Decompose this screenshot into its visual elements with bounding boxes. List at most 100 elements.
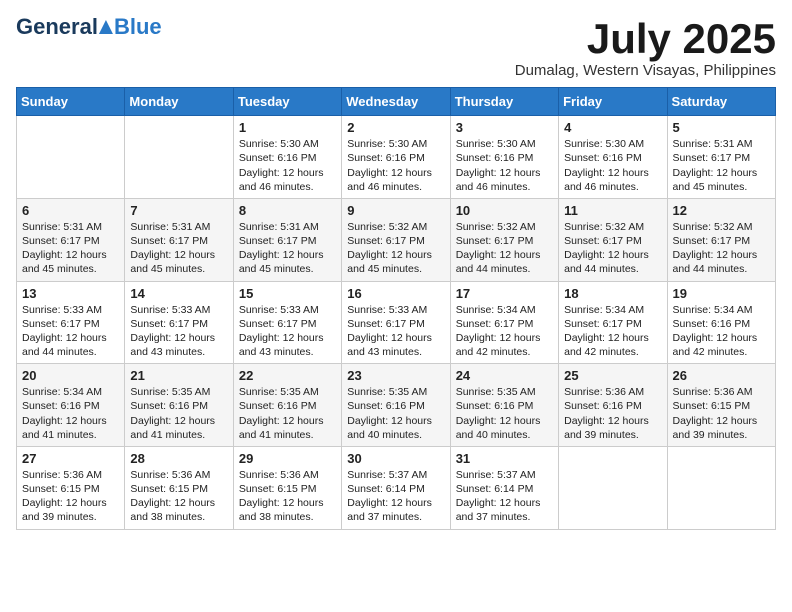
day-number: 15	[239, 286, 336, 301]
calendar-cell: 4Sunrise: 5:30 AM Sunset: 6:16 PM Daylig…	[559, 116, 667, 199]
cell-info: Sunrise: 5:32 AM Sunset: 6:17 PM Dayligh…	[347, 220, 444, 277]
cell-info: Sunrise: 5:33 AM Sunset: 6:17 PM Dayligh…	[347, 303, 444, 360]
cell-info: Sunrise: 5:34 AM Sunset: 6:16 PM Dayligh…	[673, 303, 770, 360]
calendar-cell: 31 Sunrise: 5:37 AM Sunset: 6:14 PM Dayli…	[450, 446, 558, 529]
cell-info: Sunrise: 5:35 AM Sunset: 6:16 PM Dayligh…	[347, 385, 444, 442]
calendar-cell: 18Sunrise: 5:34 AM Sunset: 6:17 PM Dayli…	[559, 281, 667, 364]
calendar-cell: 2Sunrise: 5:30 AM Sunset: 6:16 PM Daylig…	[342, 116, 450, 199]
cell-info: Sunrise: 5:31 AM Sunset: 6:17 PM Dayligh…	[130, 220, 227, 277]
day-number: 27	[22, 451, 119, 466]
calendar-body: 1Sunrise: 5:30 AM Sunset: 6:16 PM Daylig…	[17, 116, 776, 529]
calendar-cell: 3Sunrise: 5:30 AM Sunset: 6:16 PM Daylig…	[450, 116, 558, 199]
day-number: 12	[673, 203, 770, 218]
calendar-cell	[125, 116, 233, 199]
location-subtitle: Dumalag, Western Visayas, Philippines	[515, 62, 776, 79]
day-header-friday: Friday	[559, 88, 667, 116]
day-number: 20	[22, 368, 119, 383]
cell-info: Sunrise: 5:36 AM Sunset: 6:16 PM Dayligh…	[564, 385, 661, 442]
calendar-header-row: SundayMondayTuesdayWednesdayThursdayFrid…	[17, 88, 776, 116]
day-number: 6	[22, 203, 119, 218]
cell-info: Sunrise: 5:34 AM Sunset: 6:17 PM Dayligh…	[564, 303, 661, 360]
calendar-cell: 23 Sunrise: 5:35 AM Sunset: 6:16 PM Dayli…	[342, 364, 450, 447]
day-number: 23	[347, 368, 444, 383]
calendar-table: SundayMondayTuesdayWednesdayThursdayFrid…	[16, 87, 776, 529]
day-number: 31	[456, 451, 553, 466]
day-header-thursday: Thursday	[450, 88, 558, 116]
logo-icon	[99, 20, 113, 34]
calendar-cell: 8Sunrise: 5:31 AM Sunset: 6:17 PM Daylig…	[233, 198, 341, 281]
day-number: 16	[347, 286, 444, 301]
cell-info: Sunrise: 5:36 AM Sunset: 6:15 PM Dayligh…	[239, 468, 336, 525]
cell-info: Sunrise: 5:33 AM Sunset: 6:17 PM Dayligh…	[239, 303, 336, 360]
calendar-cell: 20Sunrise: 5:34 AM Sunset: 6:16 PM Dayli…	[17, 364, 125, 447]
cell-info: Sunrise: 5:30 AM Sunset: 6:16 PM Dayligh…	[239, 137, 336, 194]
cell-info: Sunrise: 5:37 AM Sunset: 6:14 PM Dayligh…	[456, 468, 553, 525]
cell-info: Sunrise: 5:37 AM Sunset: 6:14 PM Dayligh…	[347, 468, 444, 525]
cell-info: Sunrise: 5:31 AM Sunset: 6:17 PM Dayligh…	[22, 220, 119, 277]
cell-info: Sunrise: 5:36 AM Sunset: 6:15 PM Dayligh…	[673, 385, 770, 442]
cell-info: Sunrise: 5:32 AM Sunset: 6:17 PM Dayligh…	[673, 220, 770, 277]
day-header-tuesday: Tuesday	[233, 88, 341, 116]
day-number: 4	[564, 120, 661, 135]
cell-info: Sunrise: 5:33 AM Sunset: 6:17 PM Dayligh…	[22, 303, 119, 360]
day-number: 17	[456, 286, 553, 301]
day-number: 29	[239, 451, 336, 466]
cell-info: Sunrise: 5:31 AM Sunset: 6:17 PM Dayligh…	[673, 137, 770, 194]
logo-general-text: General	[16, 16, 98, 38]
day-number: 26	[673, 368, 770, 383]
calendar-cell: 14 Sunrise: 5:33 AM Sunset: 6:17 PM Dayli…	[125, 281, 233, 364]
calendar-week-row: 27 Sunrise: 5:36 AM Sunset: 6:15 PM Dayli…	[17, 446, 776, 529]
cell-info: Sunrise: 5:33 AM Sunset: 6:17 PM Dayligh…	[130, 303, 227, 360]
calendar-week-row: 20Sunrise: 5:34 AM Sunset: 6:16 PM Dayli…	[17, 364, 776, 447]
day-number: 25	[564, 368, 661, 383]
day-number: 11	[564, 203, 661, 218]
day-header-monday: Monday	[125, 88, 233, 116]
cell-info: Sunrise: 5:35 AM Sunset: 6:16 PM Dayligh…	[239, 385, 336, 442]
logo: General Blue	[16, 16, 162, 38]
calendar-week-row: 6 Sunrise: 5:31 AM Sunset: 6:17 PM Daylig…	[17, 198, 776, 281]
day-number: 30	[347, 451, 444, 466]
calendar-cell: 30 Sunrise: 5:37 AM Sunset: 6:14 PM Dayli…	[342, 446, 450, 529]
day-number: 5	[673, 120, 770, 135]
calendar-cell: 27 Sunrise: 5:36 AM Sunset: 6:15 PM Dayli…	[17, 446, 125, 529]
day-number: 8	[239, 203, 336, 218]
calendar-cell: 6 Sunrise: 5:31 AM Sunset: 6:17 PM Daylig…	[17, 198, 125, 281]
calendar-cell: 19 Sunrise: 5:34 AM Sunset: 6:16 PM Dayli…	[667, 281, 775, 364]
calendar-cell: 17Sunrise: 5:34 AM Sunset: 6:17 PM Dayli…	[450, 281, 558, 364]
month-title: July 2025	[515, 16, 776, 62]
day-number: 14	[130, 286, 227, 301]
calendar-cell: 10Sunrise: 5:32 AM Sunset: 6:17 PM Dayli…	[450, 198, 558, 281]
calendar-cell: 21Sunrise: 5:35 AM Sunset: 6:16 PM Dayli…	[125, 364, 233, 447]
calendar-cell: 9 Sunrise: 5:32 AM Sunset: 6:17 PM Daylig…	[342, 198, 450, 281]
day-number: 21	[130, 368, 227, 383]
day-header-saturday: Saturday	[667, 88, 775, 116]
page-header: General Blue July 2025 Dumalag, Western …	[16, 16, 776, 79]
cell-info: Sunrise: 5:30 AM Sunset: 6:16 PM Dayligh…	[456, 137, 553, 194]
calendar-week-row: 1Sunrise: 5:30 AM Sunset: 6:16 PM Daylig…	[17, 116, 776, 199]
cell-info: Sunrise: 5:30 AM Sunset: 6:16 PM Dayligh…	[347, 137, 444, 194]
calendar-cell: 15 Sunrise: 5:33 AM Sunset: 6:17 PM Dayli…	[233, 281, 341, 364]
day-number: 19	[673, 286, 770, 301]
cell-info: Sunrise: 5:35 AM Sunset: 6:16 PM Dayligh…	[456, 385, 553, 442]
cell-info: Sunrise: 5:36 AM Sunset: 6:15 PM Dayligh…	[130, 468, 227, 525]
day-number: 28	[130, 451, 227, 466]
title-block: July 2025 Dumalag, Western Visayas, Phil…	[515, 16, 776, 79]
calendar-cell: 26 Sunrise: 5:36 AM Sunset: 6:15 PM Dayli…	[667, 364, 775, 447]
calendar-cell: 12 Sunrise: 5:32 AM Sunset: 6:17 PM Dayli…	[667, 198, 775, 281]
day-header-sunday: Sunday	[17, 88, 125, 116]
calendar-cell: 13Sunrise: 5:33 AM Sunset: 6:17 PM Dayli…	[17, 281, 125, 364]
cell-info: Sunrise: 5:32 AM Sunset: 6:17 PM Dayligh…	[456, 220, 553, 277]
calendar-cell: 7Sunrise: 5:31 AM Sunset: 6:17 PM Daylig…	[125, 198, 233, 281]
calendar-cell	[667, 446, 775, 529]
calendar-cell: 29 Sunrise: 5:36 AM Sunset: 6:15 PM Dayli…	[233, 446, 341, 529]
calendar-cell	[559, 446, 667, 529]
calendar-cell: 22Sunrise: 5:35 AM Sunset: 6:16 PM Dayli…	[233, 364, 341, 447]
cell-info: Sunrise: 5:36 AM Sunset: 6:15 PM Dayligh…	[22, 468, 119, 525]
calendar-cell: 16 Sunrise: 5:33 AM Sunset: 6:17 PM Dayli…	[342, 281, 450, 364]
calendar-cell: 5 Sunrise: 5:31 AM Sunset: 6:17 PM Daylig…	[667, 116, 775, 199]
calendar-cell	[17, 116, 125, 199]
logo-blue-text: Blue	[114, 16, 162, 38]
day-number: 9	[347, 203, 444, 218]
calendar-cell: 25 Sunrise: 5:36 AM Sunset: 6:16 PM Dayli…	[559, 364, 667, 447]
calendar-cell: 28 Sunrise: 5:36 AM Sunset: 6:15 PM Dayli…	[125, 446, 233, 529]
